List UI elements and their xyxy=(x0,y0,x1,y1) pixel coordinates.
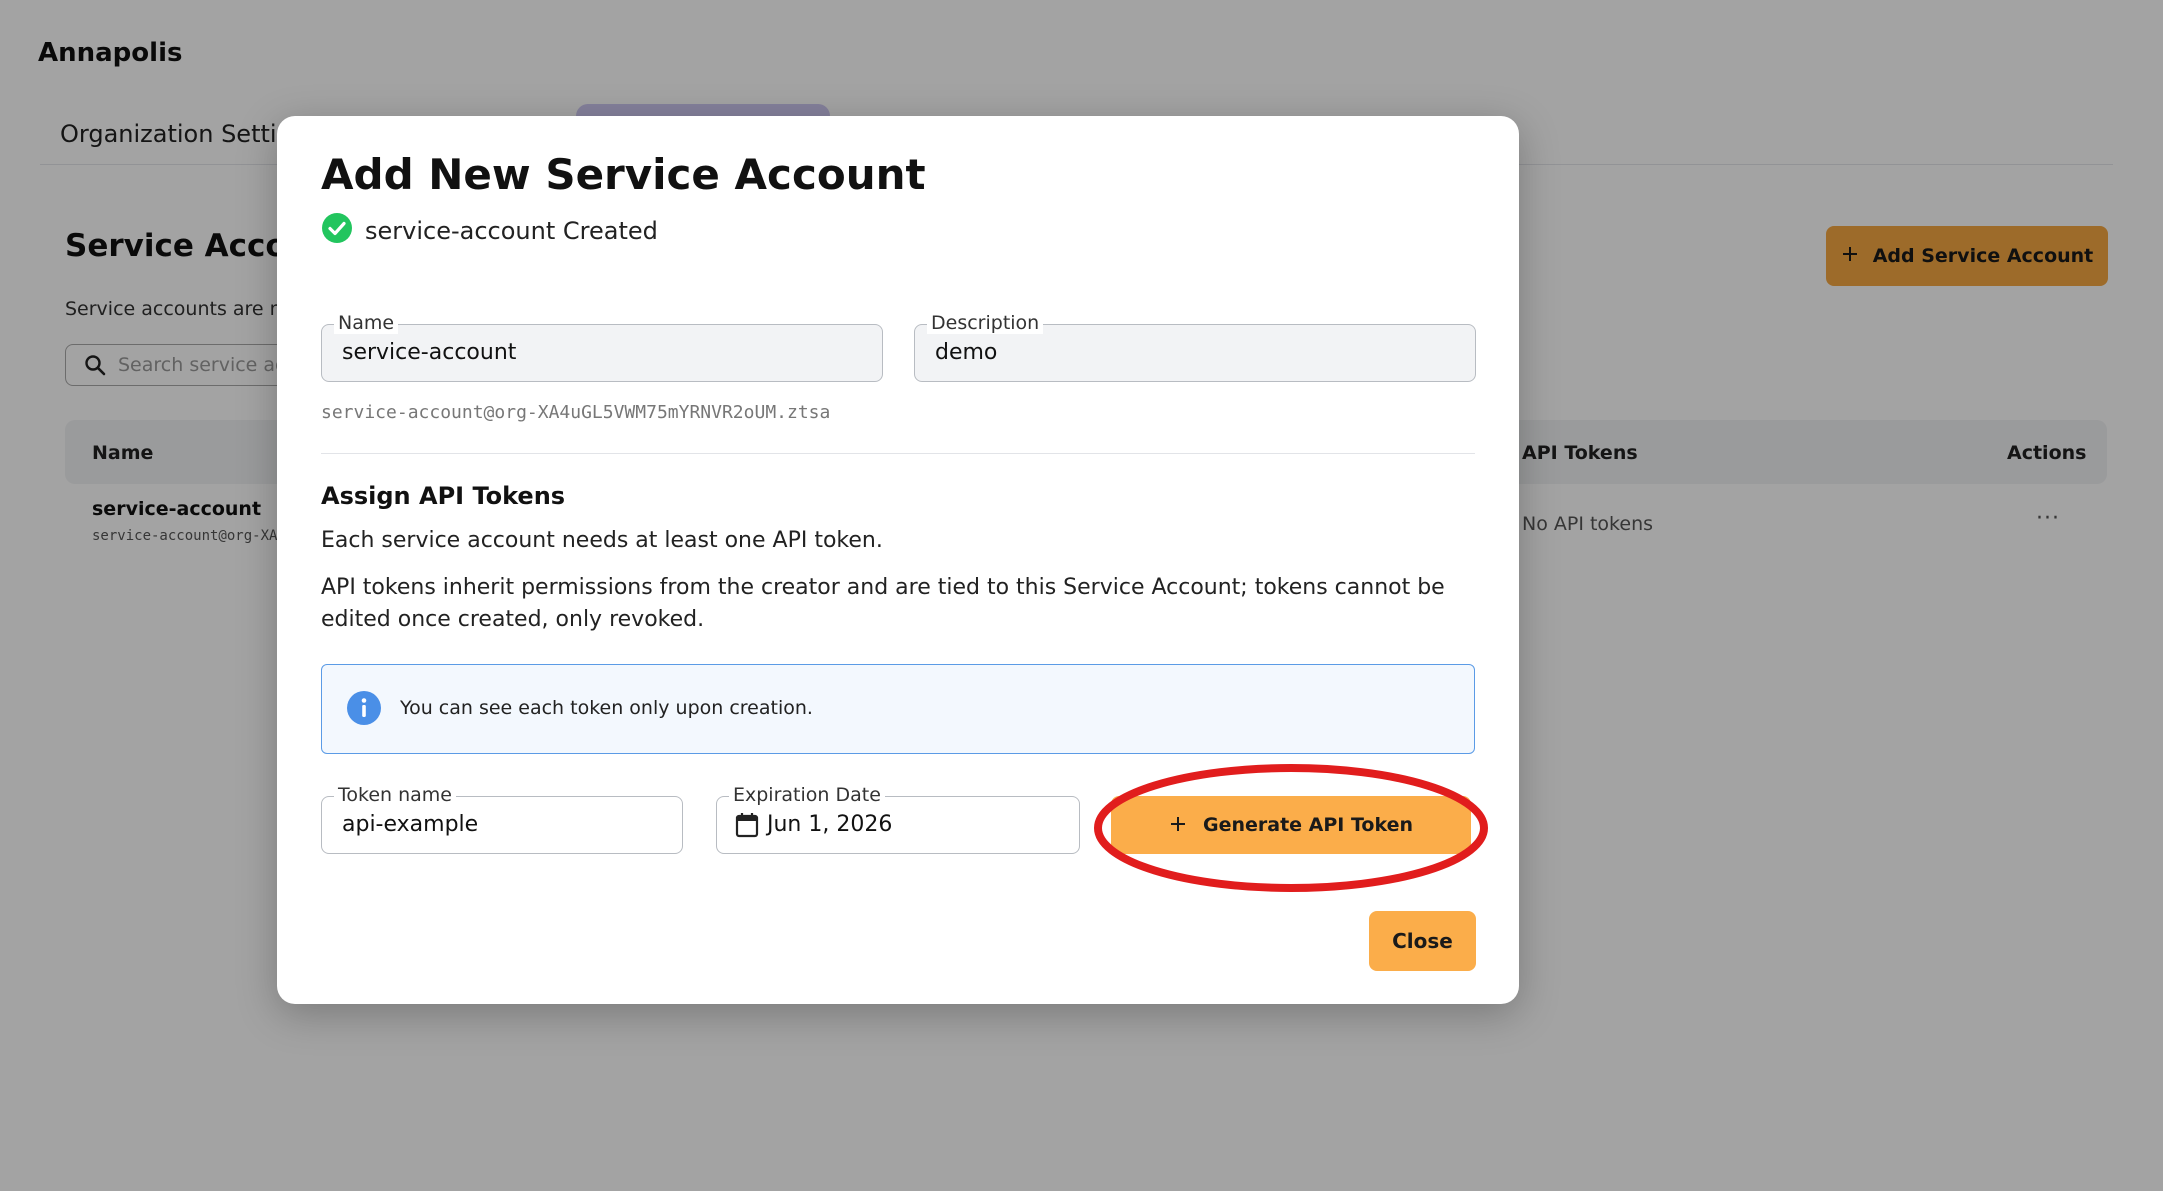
token-requirement-text: Each service account needs at least one … xyxy=(321,528,883,553)
calendar-icon xyxy=(735,812,759,842)
check-circle-icon xyxy=(321,212,353,250)
info-text: You can see each token only upon creatio… xyxy=(400,697,813,719)
service-account-email: service-account@org-XA4uGL5VWM75mYRNVR2o… xyxy=(321,402,831,423)
generate-api-token-button[interactable]: Generate API Token xyxy=(1111,796,1471,854)
section-title: Assign API Tokens xyxy=(321,482,566,510)
status-text: service-account Created xyxy=(365,217,658,245)
token-name-field[interactable]: Token name api-example xyxy=(321,784,683,854)
expiration-date-label: Expiration Date xyxy=(729,784,885,806)
plus-icon xyxy=(1169,810,1187,840)
generate-api-token-label: Generate API Token xyxy=(1202,814,1413,836)
name-field[interactable]: Name service-account xyxy=(321,312,883,382)
description-field-value: demo xyxy=(935,340,998,365)
expiration-date-field[interactable]: Expiration Date Jun 1, 2026 xyxy=(716,784,1080,854)
name-field-label: Name xyxy=(334,312,399,334)
token-permissions-text: API tokens inherit permissions from the … xyxy=(321,575,1445,632)
name-field-value: service-account xyxy=(342,340,517,365)
token-name-value: api-example xyxy=(342,812,479,837)
description-field[interactable]: Description demo xyxy=(914,312,1476,382)
dialog-title: Add New Service Account xyxy=(321,150,926,199)
description-field-label: Description xyxy=(927,312,1044,334)
info-icon xyxy=(346,690,382,730)
token-name-label: Token name xyxy=(334,784,456,806)
close-button[interactable]: Close xyxy=(1369,911,1476,971)
expiration-date-value: Jun 1, 2026 xyxy=(767,812,893,837)
info-alert: You can see each token only upon creatio… xyxy=(321,664,1475,754)
add-service-account-dialog: Add New Service Account service-account … xyxy=(277,116,1519,1004)
section-divider xyxy=(321,453,1475,454)
creation-status: service-account Created xyxy=(321,212,658,250)
